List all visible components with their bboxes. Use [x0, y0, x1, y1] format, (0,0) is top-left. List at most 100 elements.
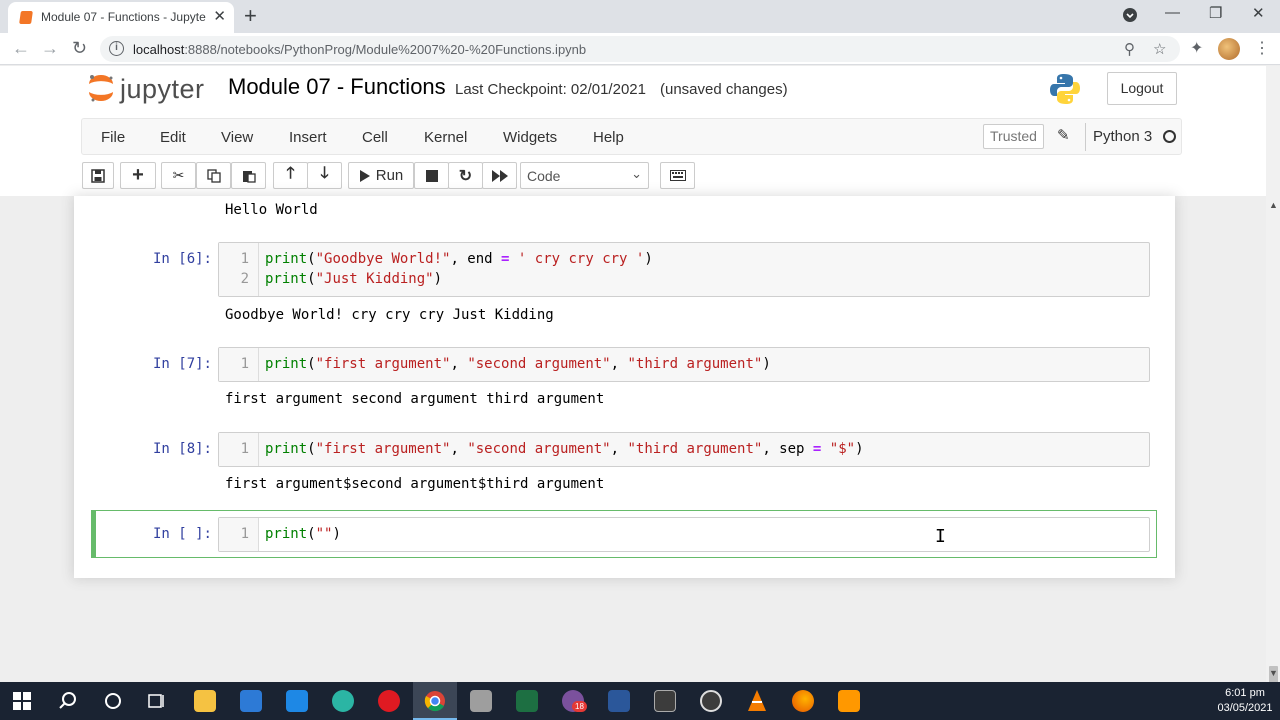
mail-icon[interactable] — [286, 690, 308, 712]
save-status: (unsaved changes) — [660, 81, 788, 98]
close-window-button[interactable]: ✕ — [1252, 4, 1265, 22]
firefox-icon[interactable] — [792, 690, 814, 712]
scanner-icon[interactable] — [470, 690, 492, 712]
run-button[interactable]: Run — [348, 162, 414, 189]
code-cell-input[interactable]: 1 print("first argument", "second argume… — [218, 432, 1150, 467]
taskbar-clock[interactable]: 6:01 pm 03/05/2021 — [1215, 686, 1275, 716]
vlc-icon[interactable] — [746, 689, 768, 713]
obs-icon[interactable] — [700, 690, 722, 712]
terminal-icon[interactable] — [654, 690, 676, 712]
logout-button[interactable]: Logout — [1107, 72, 1177, 105]
chrome-menu-icon[interactable]: ⋮ — [1254, 38, 1270, 58]
text-cursor-ibeam-icon: I — [935, 526, 946, 547]
viber-badge: 18 — [572, 701, 587, 712]
clock-time: 6:01 pm — [1225, 687, 1265, 699]
python-logo-icon — [1050, 74, 1080, 104]
search-icon[interactable] — [58, 691, 78, 711]
insert-cell-button[interactable]: + — [120, 162, 156, 189]
tab-search-icon[interactable] — [1122, 7, 1138, 27]
tab-close-icon[interactable]: ✕ — [213, 7, 226, 25]
jupyter-logo-text[interactable]: jupyter — [120, 74, 205, 105]
cell-prompt: In [7]: — [152, 356, 212, 372]
code-cell-input[interactable]: 1 2 print("Goodbye World!", end = ' cry … — [218, 242, 1150, 297]
cell-prompt: In [ ]: — [152, 526, 212, 542]
copy-icon — [206, 168, 221, 183]
paste-button[interactable] — [231, 162, 266, 189]
notebook-title[interactable]: Module 07 - Functions — [228, 74, 446, 100]
cell-output: Goodbye World! cry cry cry Just Kidding — [225, 307, 554, 323]
chrome-icon[interactable] — [424, 690, 446, 712]
paste-icon — [242, 170, 256, 183]
menu-view[interactable]: View — [221, 129, 253, 146]
cortana-icon[interactable] — [103, 691, 123, 711]
edge-browser-icon[interactable] — [332, 690, 354, 712]
page-scrollbar[interactable]: ▲ ▼ — [1266, 66, 1280, 720]
menu-edit[interactable]: Edit — [160, 129, 186, 146]
cell-type-value: Code — [527, 168, 561, 184]
code-line: print("") — [265, 526, 341, 542]
menu-file[interactable]: File — [101, 129, 125, 146]
forward-arrow-icon[interactable]: → — [41, 38, 59, 59]
save-button[interactable] — [82, 162, 114, 189]
browser-tab[interactable]: Module 07 - Functions - Jupyter ✕ — [8, 2, 234, 33]
new-tab-button[interactable]: + — [244, 3, 257, 29]
opera-icon[interactable] — [378, 690, 400, 712]
code-cell-input[interactable]: 1 print("first argument", "second argume… — [218, 347, 1150, 382]
sublime-text-icon[interactable] — [838, 690, 860, 712]
restart-kernel-button[interactable]: ↻ — [448, 162, 483, 189]
zoom-icon[interactable]: ⚲ — [1124, 40, 1135, 58]
file-explorer-icon[interactable] — [194, 690, 216, 712]
scroll-down-arrow-icon[interactable]: ▼ — [1269, 668, 1278, 678]
windows-taskbar — [0, 682, 1280, 720]
command-palette-button[interactable] — [660, 162, 695, 189]
chevron-down-icon: ⌄ — [631, 166, 642, 181]
cell-type-select[interactable]: Code ⌄ — [520, 162, 649, 189]
restore-button[interactable]: ❐ — [1209, 4, 1222, 22]
move-down-button[interactable]: 🡓 — [307, 162, 342, 189]
back-arrow-icon[interactable]: ← — [12, 38, 30, 59]
restart-icon: ↻ — [458, 167, 473, 185]
line-gutter: 1 — [219, 348, 259, 381]
site-info-icon[interactable]: i — [109, 41, 124, 56]
play-icon — [359, 169, 370, 182]
menu-widgets[interactable]: Widgets — [503, 129, 557, 146]
cut-button[interactable]: ✂ — [161, 162, 196, 189]
code-line: print("Goodbye World!", end = ' cry cry … — [265, 251, 653, 267]
menu-help[interactable]: Help — [593, 129, 624, 146]
url-omnibox[interactable]: i localhost:8888/notebooks/PythonProg/Mo… — [100, 36, 1180, 62]
cell-output: first argument$second argument$third arg… — [225, 476, 605, 492]
reload-icon[interactable]: ↻ — [72, 38, 87, 59]
edit-mode-pencil-icon: ✎ — [1057, 127, 1070, 144]
word-icon[interactable] — [608, 690, 630, 712]
restart-run-all-button[interactable] — [482, 162, 517, 189]
menu-kernel[interactable]: Kernel — [424, 129, 467, 146]
keyboard-icon — [669, 170, 686, 181]
checkpoint-status: Last Checkpoint: 02/01/2021 — [455, 81, 646, 98]
line-number: 1 — [240, 251, 249, 267]
move-up-button[interactable]: 🡑 — [273, 162, 308, 189]
menu-cell[interactable]: Cell — [362, 129, 388, 146]
cell-prompt: In [8]: — [152, 441, 212, 457]
jupyter-favicon-icon — [19, 11, 33, 24]
minimize-button[interactable]: — — [1165, 4, 1180, 21]
copy-button[interactable] — [196, 162, 231, 189]
line-number: 2 — [240, 271, 249, 287]
code-line: print("first argument", "second argument… — [265, 441, 864, 457]
interrupt-button[interactable] — [414, 162, 449, 189]
scroll-up-arrow-icon[interactable]: ▲ — [1269, 200, 1278, 210]
excel-icon[interactable] — [516, 690, 538, 712]
task-view-icon[interactable] — [147, 691, 167, 711]
bookmark-star-icon[interactable]: ☆ — [1153, 40, 1166, 58]
line-gutter: 1 — [219, 433, 259, 466]
tab-title: Module 07 - Functions - Jupyter — [41, 10, 206, 24]
code-cell-input-active[interactable]: 1 print("") — [218, 517, 1150, 552]
profile-avatar[interactable] — [1218, 38, 1240, 60]
trusted-badge[interactable]: Trusted — [983, 124, 1044, 149]
menu-insert[interactable]: Insert — [289, 129, 327, 146]
jupyter-logo-icon — [89, 75, 113, 102]
microsoft-store-icon[interactable] — [240, 690, 262, 712]
windows-start-icon[interactable] — [13, 692, 31, 710]
extensions-puzzle-icon[interactable]: ✦ — [1190, 38, 1203, 58]
stop-icon — [425, 169, 438, 182]
code-line: print("Just Kidding") — [265, 271, 443, 287]
